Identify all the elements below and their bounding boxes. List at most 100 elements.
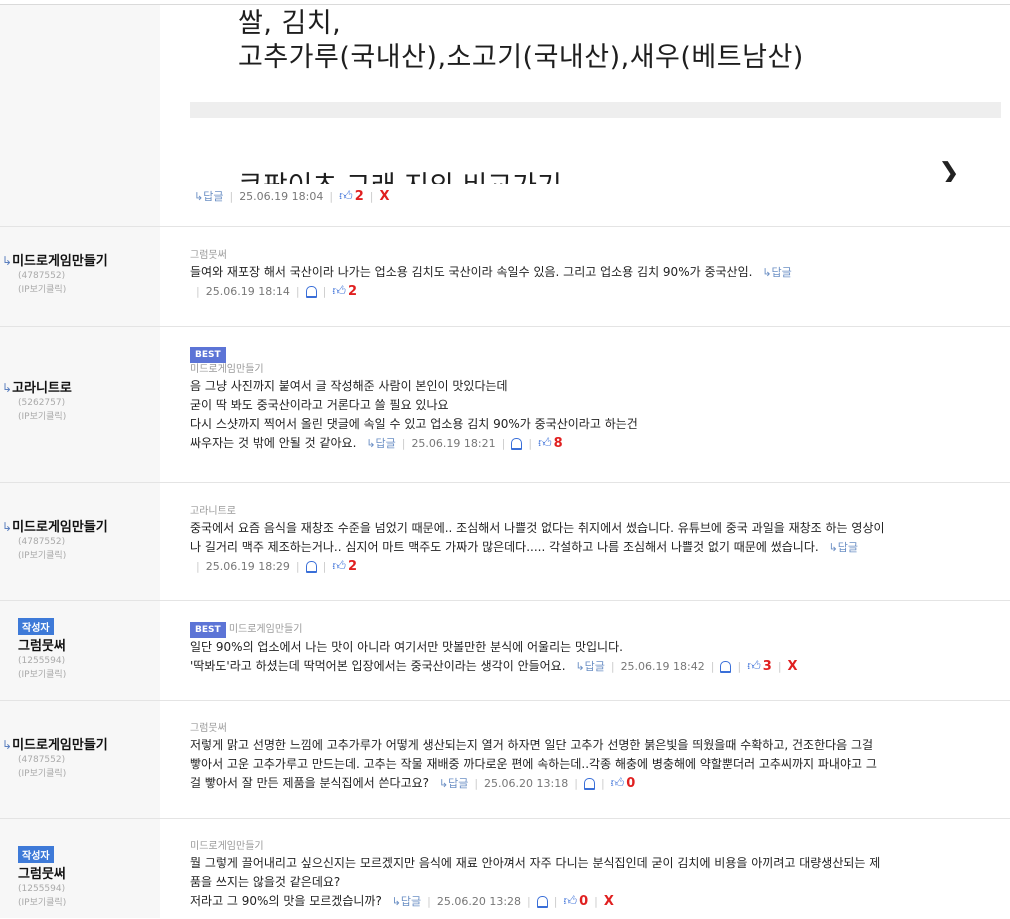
reply-target: 그럼뭇써	[190, 249, 1005, 263]
author-name[interactable]: 그럼뭇써	[18, 863, 158, 882]
parent-post: 쌀, 김치, 고추가루(국내산),소고기(국내산),새우(베트남산) 쿠팡이츠 …	[190, 0, 1010, 220]
author-id: (5262757)	[18, 398, 66, 408]
like-count: 0	[626, 776, 636, 791]
comment-body: 그럼뭇써저렇게 맑고 선명한 느낌에 고추가루가 어떻게 생산되는지 열거 하자…	[190, 722, 1005, 793]
like-count: 2	[347, 559, 357, 574]
thumbs-up-icon[interactable]: 👍︎	[611, 774, 625, 793]
author-badge: 작성자	[18, 618, 54, 635]
meta-separator: |	[574, 777, 578, 790]
thumbs-up-icon[interactable]: 👍︎	[332, 284, 346, 299]
reply-link[interactable]: ↳답글	[575, 660, 604, 673]
comment-date: 25.06.19 18:04	[239, 189, 324, 203]
comment-line: 들여와 재포장 해서 국산이라 나가는 업소용 김치도 국산이라 속일수 있음.…	[190, 265, 792, 279]
embedded-link-bar	[190, 102, 1001, 118]
reply-link[interactable]: ↳답글	[439, 777, 468, 790]
author-badge-wrap: 작성자	[2, 844, 158, 863]
comment-text: 일단 90%의 업소에서 나는 맛이 아니라 여기서만 맛볼만한 분식에 어울리…	[190, 638, 1005, 676]
thumbs-up-icon[interactable]: 👍︎	[339, 189, 353, 204]
author-name[interactable]: ↳고라니트로	[2, 377, 158, 396]
thumbs-up-icon[interactable]: 👍︎	[747, 657, 761, 676]
comment-row: 작성자 그럼뭇써 (1255594) (IP보기클릭) 미드로게임만들기뭘 그렇게 끌어…	[0, 818, 1010, 919]
delete-x-button[interactable]: X	[788, 657, 798, 676]
meta-separator: |	[710, 660, 715, 673]
bell-icon[interactable]	[511, 437, 523, 450]
delete-x-button[interactable]: X	[604, 892, 614, 911]
meta-separator: |	[527, 895, 531, 908]
comment-body: 미드로게임만들기뭘 그렇게 끌어내리고 싶으신지는 모르겠지만 음식에 재료 안…	[190, 840, 1005, 911]
comment-row: ↳미드로게임만들기 (4787552) (IP보기클릭) 그럼뭇써저렇게 맑고 선명한…	[0, 700, 1010, 819]
comment-line: 뭘 그렇게 끌어내리고 싶으신지는 모르겠지만 음식에 재료 안아껴서 자주 다…	[190, 856, 881, 870]
comment-date: 25.06.19 18:21	[411, 437, 496, 450]
meta-separator: |	[427, 895, 431, 908]
thumbs-up-icon[interactable]: 👍︎	[332, 559, 346, 574]
author-id: (1255594)	[18, 884, 66, 894]
author-name[interactable]: ↳미드로게임만들기	[2, 734, 158, 753]
reply-target-name[interactable]: 미드로게임만들기	[190, 364, 264, 375]
comment-line: 일단 90%의 업소에서 나는 맛이 아니라 여기서만 맛볼만한 분식에 어울리…	[190, 640, 623, 654]
ip-view-link[interactable]: (IP보기클릭)	[18, 668, 158, 682]
bell-icon[interactable]	[305, 560, 317, 573]
reply-arrow-icon: ↳	[2, 254, 13, 268]
comment-line: 음 그냥 사진까지 붙여서 글 작성해준 사람이 본인이 맛있다는데	[190, 379, 508, 393]
comment-line: 품을 쓰지는 않을것 같은데요?	[190, 875, 341, 889]
meta-separator: |	[322, 285, 327, 298]
meta-separator: |	[401, 437, 406, 450]
reply-target-name[interactable]: 미드로게임만들기	[190, 841, 264, 852]
comment-body: 그럼뭇써들여와 재포장 해서 국산이라 나가는 업소용 김치도 국산이라 속일수…	[190, 249, 1005, 299]
reply-target-name[interactable]: 미드로게임만들기	[229, 624, 303, 635]
best-badge: BEST	[190, 622, 226, 638]
meta-separator: |	[295, 285, 300, 298]
bell-icon[interactable]	[305, 285, 317, 298]
comment-meta: | 25.06.19 18:29 | | 👍︎ 2	[190, 559, 1005, 574]
post-line-3-cut: 쿠팡이츠 그래 지의 비교가기	[238, 164, 562, 184]
comment-date: 25.06.19 18:14	[205, 285, 290, 298]
bell-icon[interactable]	[536, 895, 548, 908]
like-count: 2	[347, 284, 357, 299]
meta-separator: |	[610, 660, 615, 673]
ip-view-link[interactable]: (IP보기클릭)	[18, 549, 158, 563]
bell-icon[interactable]	[583, 777, 595, 790]
reply-target: 미드로게임만들기	[190, 840, 1005, 854]
ip-view-link[interactable]: (IP보기클릭)	[18, 283, 158, 297]
reply-target-name[interactable]: 고라니트로	[190, 506, 236, 517]
reply-target: 그럼뭇써	[190, 722, 1005, 736]
comment-author: 작성자 그럼뭇써 (1255594) (IP보기클릭)	[2, 844, 158, 910]
author-id: (1255594)	[18, 656, 66, 666]
author-name[interactable]: 그럼뭇써	[18, 635, 158, 654]
reply-target-name[interactable]: 그럼뭇써	[190, 723, 227, 734]
comment-date: 25.06.19 18:42	[620, 660, 705, 673]
comment-row: ↳고라니트로 (5262757) (IP보기클릭) BEST 미드로게임만들기 음 그냥 …	[0, 326, 1010, 483]
reply-target: BEST 미드로게임만들기	[190, 622, 1005, 638]
comment-author: 작성자 그럼뭇써 (1255594) (IP보기클릭)	[2, 616, 158, 682]
author-id: (4787552)	[18, 755, 66, 765]
comment-text: 들여와 재포장 해서 국산이라 나가는 업소용 김치도 국산이라 속일수 있음.…	[190, 263, 1005, 282]
author-name[interactable]: ↳미드로게임만들기	[2, 516, 158, 535]
reply-link[interactable]: ↳답글	[194, 188, 223, 204]
ip-view-link[interactable]: (IP보기클릭)	[18, 767, 158, 781]
reply-link[interactable]: ↳답글	[829, 541, 858, 554]
chevron-right-icon[interactable]: ❯	[938, 160, 960, 182]
reply-link[interactable]: ↳답글	[762, 266, 791, 279]
comment-line: 중국에서 요즘 음식을 재창조 수준을 넘었기 때문에.. 조심해서 나쁠것 없…	[190, 521, 885, 535]
bell-icon[interactable]	[720, 660, 732, 673]
reply-link[interactable]: ↳답글	[392, 895, 421, 908]
author-id: (4787552)	[18, 271, 66, 281]
comment-row: ↳미드로게임만들기 (4787552) (IP보기클릭) 그럼뭇써들여와 재포장 해서…	[0, 226, 1010, 327]
delete-x-button[interactable]: X	[379, 189, 389, 204]
thumbs-up-icon[interactable]: 👍︎	[563, 892, 577, 911]
comment-text: 저렇게 맑고 선명한 느낌에 고추가루가 어떻게 생산되는지 열거 하자면 일단…	[190, 736, 1005, 793]
comment-line: 나 길거리 맥주 제조하는거나.. 심지어 마트 맥주도 가짜가 많은데다...…	[190, 540, 858, 554]
comment-date: 25.06.19 18:29	[205, 560, 290, 573]
meta-separator: |	[322, 560, 327, 573]
author-badge-wrap: 작성자	[2, 616, 158, 635]
comment-meta: | 25.06.19 18:14 | | 👍︎ 2	[190, 284, 1005, 299]
ip-view-link[interactable]: (IP보기클릭)	[18, 896, 158, 910]
author-name[interactable]: ↳미드로게임만들기	[2, 250, 158, 269]
reply-target-name[interactable]: 그럼뭇써	[190, 250, 227, 261]
meta-separator: |	[594, 895, 598, 908]
comment-text: 뭘 그렇게 끌어내리고 싶으신지는 모르겠지만 음식에 재료 안아껴서 자주 다…	[190, 854, 1005, 911]
reply-link[interactable]: ↳답글	[366, 437, 395, 450]
thumbs-up-icon[interactable]: 👍︎	[538, 434, 552, 453]
reply-arrow-icon: ↳	[2, 381, 13, 395]
ip-view-link[interactable]: (IP보기클릭)	[18, 410, 158, 424]
